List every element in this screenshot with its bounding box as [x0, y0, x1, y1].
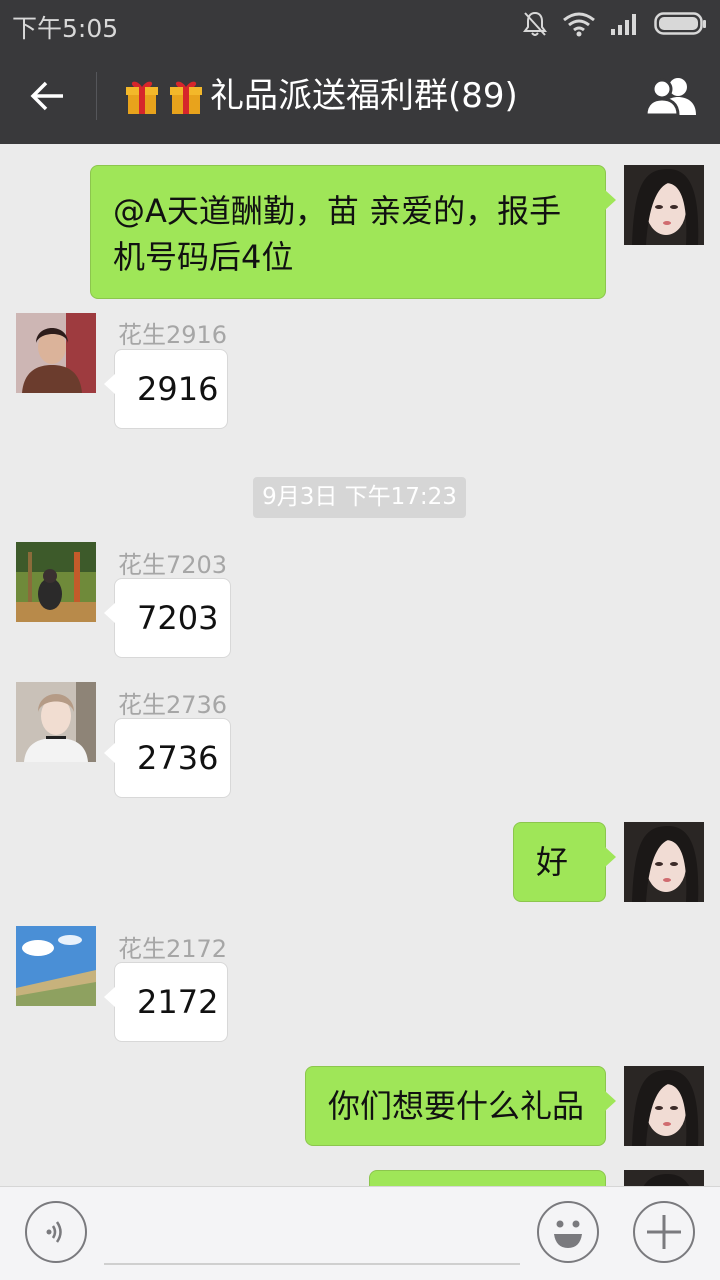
message-text: 2172: [137, 983, 219, 1021]
message-bubble[interactable]: 2916: [104, 349, 228, 429]
my-message-bubble[interactable]: 你们想要什么礼品: [305, 1066, 616, 1146]
timestamp-divider: 9月3日 下午17:23: [253, 477, 466, 518]
message-input[interactable]: [104, 1263, 520, 1265]
status-bar: 下午5:05: [0, 0, 720, 48]
sender-name: 花生7203: [118, 551, 228, 579]
message-text: 2736: [137, 739, 219, 777]
gift-box-icon: [170, 81, 202, 114]
mute-bell-icon: [523, 11, 547, 36]
sender-name: 花生2736: [118, 691, 228, 719]
my-message-bubble[interactable]: 好: [513, 822, 616, 902]
input-bar: [0, 1186, 720, 1280]
voice-icon: [46, 1221, 62, 1243]
my-avatar[interactable]: [624, 1170, 704, 1186]
voice-button[interactable]: [25, 1201, 87, 1263]
chat-header: 礼品派送福利群(89): [0, 48, 720, 144]
sender-name: 花生2916: [118, 321, 228, 349]
user-avatar[interactable]: [16, 542, 96, 622]
user-avatar[interactable]: [16, 313, 96, 393]
message-bubble[interactable]: 2736: [104, 718, 231, 798]
message-text: 2916: [137, 370, 219, 408]
message-text: 7203: [137, 599, 219, 637]
signal-icon: [611, 14, 636, 35]
status-icons: [522, 10, 708, 38]
my-message-bubble[interactable]: [369, 1170, 606, 1186]
status-time: 下午5:05: [12, 14, 119, 43]
user-avatar[interactable]: [16, 682, 96, 762]
group-members-button[interactable]: [642, 72, 702, 120]
message-bubble[interactable]: 7203: [104, 578, 231, 658]
my-avatar[interactable]: [624, 165, 704, 245]
group-title: 礼品派送福利群(89): [122, 73, 518, 119]
my-message-bubble[interactable]: @A天道酬勤，苗 亲爱的，报手机号码后4位: [90, 165, 616, 299]
my-avatar[interactable]: [624, 822, 704, 902]
gift-box-icon: [126, 81, 158, 114]
message-text: 你们想要什么礼品: [328, 1087, 585, 1125]
group-title-text: 礼品派送福利群(89): [210, 76, 518, 116]
group-members-icon: [644, 78, 696, 117]
battery-icon: [654, 12, 706, 35]
message-text: @A天道酬勤，苗 亲爱的，报手机号码后4位: [113, 192, 562, 276]
user-avatar[interactable]: [16, 926, 96, 1006]
message-text: 好: [536, 843, 569, 881]
my-avatar[interactable]: [624, 1066, 704, 1146]
back-button[interactable]: [20, 72, 76, 120]
chat-area[interactable]: @A天道酬勤，苗 亲爱的，报手机号码后4位 花生2916 2916 9月3日 下…: [0, 144, 720, 1186]
plus-icon: [647, 1215, 681, 1249]
sender-name: 花生2172: [118, 935, 228, 963]
arrow-left-icon: [30, 81, 63, 111]
message-bubble[interactable]: 2172: [104, 962, 228, 1042]
more-button[interactable]: [633, 1201, 695, 1263]
wifi-icon: [563, 12, 595, 37]
smiley-icon: [554, 1220, 582, 1248]
header-divider: [96, 72, 97, 120]
emoji-button[interactable]: [537, 1201, 599, 1263]
